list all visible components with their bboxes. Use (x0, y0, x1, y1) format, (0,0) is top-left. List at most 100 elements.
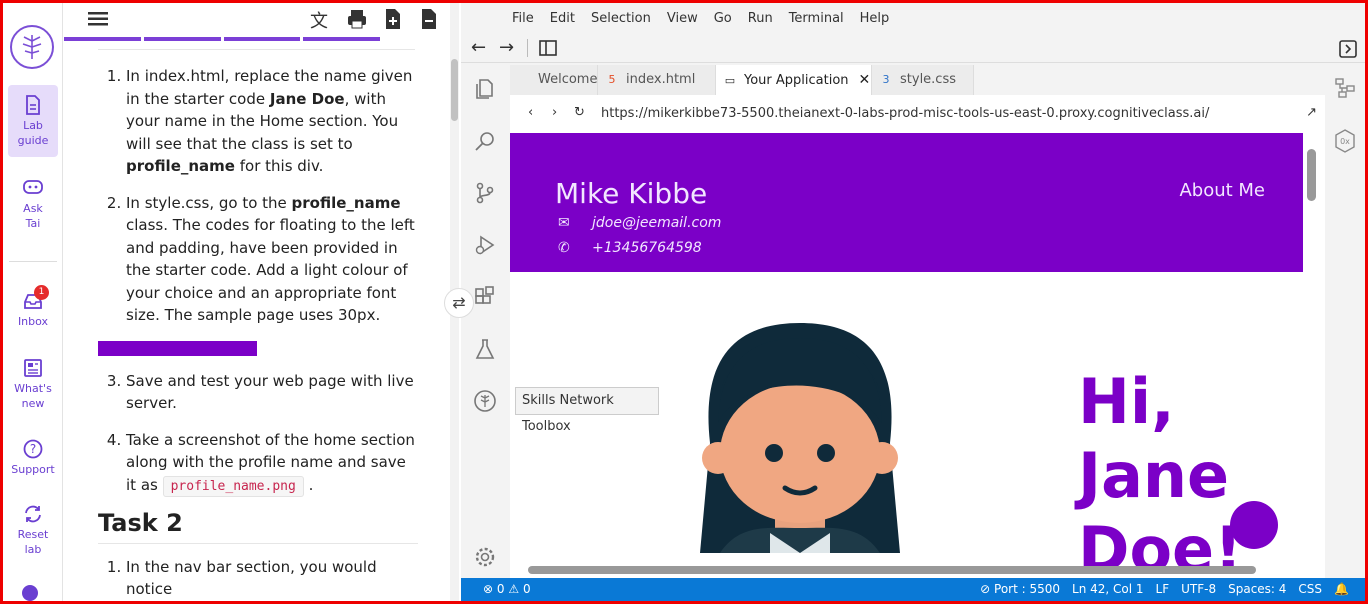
list-item: Take a screenshot of the home section al… (126, 429, 418, 499)
rail-reset-lab[interactable]: Reset lab (8, 503, 58, 557)
svg-text:?: ? (30, 442, 36, 456)
lab-guide-panel: 文 In index.html, replace the name given … (64, 3, 450, 601)
menu-go[interactable]: Go (714, 11, 732, 26)
inline-code: profile_name.png (162, 475, 304, 497)
document-icon (26, 95, 40, 115)
rail-lab-guide[interactable]: Lab guide (8, 85, 58, 157)
ide-window: File Edit Selection View Go Run Terminal… (461, 3, 1365, 601)
problems-indicator[interactable]: ⊗ 0 ⚠ 0 (483, 578, 531, 601)
rail-label: Inbox (17, 315, 49, 328)
extensions-icon[interactable] (473, 285, 497, 309)
steps-list: In the nav bar section, you would notice (98, 556, 418, 601)
testing-flask-icon[interactable] (473, 337, 497, 361)
close-tab-icon[interactable]: ✕ (859, 72, 871, 88)
settings-gear-icon[interactable] (473, 545, 497, 569)
phone-icon: ✆ (558, 240, 570, 256)
indentation[interactable]: Spaces: 4 (1228, 578, 1286, 601)
nav-about-me[interactable]: About Me (1179, 180, 1265, 201)
chevron-left-icon[interactable]: ‹ (528, 105, 533, 120)
menu-run[interactable]: Run (748, 11, 773, 26)
menu-icon[interactable] (88, 11, 108, 27)
guide-toolbar: 文 (64, 3, 450, 37)
svg-text:0x: 0x (1340, 137, 1350, 146)
memory-icon[interactable]: 0x (1334, 129, 1356, 153)
warning-icon: ⚠ (508, 582, 520, 596)
navigation-bar: ← → (461, 33, 1365, 63)
toolbox-tooltip: Skills Network Toolbox (515, 387, 659, 434)
line-ending[interactable]: LF (1156, 578, 1170, 601)
encoding[interactable]: UTF-8 (1181, 578, 1216, 601)
status-items: ⊘ Port : 5500 Ln 42, Col 1 LF UTF-8 Spac… (980, 578, 1349, 601)
menu-terminal[interactable]: Terminal (789, 11, 844, 26)
left-rail: Lab guide Ask Tai 1 Inbox What's new ? S… (3, 3, 63, 601)
divider (98, 542, 418, 544)
preview-editor: ‹ › ↻ https://mikerkibbe73-5500.theianex… (510, 95, 1325, 578)
steps-list: In index.html, replace the name given in… (98, 65, 418, 327)
rail-support[interactable]: ? Support (8, 438, 58, 477)
steps-list: Save and test your web page with live se… (98, 370, 418, 499)
run-debug-icon[interactable] (473, 233, 497, 257)
tab-style-css[interactable]: 3 style.css (872, 65, 974, 95)
preview-url[interactable]: https://mikerkibbe73-5500.theianext-0-la… (601, 106, 1209, 121)
preview-horizontal-scrollbar[interactable] (510, 561, 1303, 578)
guide-progress-bar (64, 37, 380, 41)
right-activity-bar: 0x (1325, 63, 1365, 578)
html-icon: 5 (608, 73, 616, 86)
rail-label: Lab (23, 119, 43, 132)
toggle-sidebar-icon[interactable] (539, 40, 557, 56)
activity-bar (461, 63, 509, 578)
rail-label: guide (17, 134, 49, 147)
cursor-position[interactable]: Ln 42, Col 1 (1072, 578, 1144, 601)
source-control-icon[interactable] (473, 181, 497, 205)
language-mode[interactable]: CSS (1298, 578, 1322, 601)
notifications-bell-icon[interactable]: 🔔 (1334, 578, 1349, 601)
menu-view[interactable]: View (667, 11, 698, 26)
profile-name: Mike Kibbe (555, 177, 708, 210)
rail-label: Ask (23, 202, 43, 215)
list-item: Save and test your web page with live se… (126, 370, 418, 415)
rail-ask-tai[interactable]: Ask Tai (8, 177, 58, 231)
newspaper-icon (24, 359, 42, 377)
rail-label: Tai (25, 217, 41, 230)
toggle-panel-icon[interactable] (1339, 40, 1357, 58)
profile-header: Mike Kibbe About Me ✉ jdoe@jeemail.com ✆ +… (510, 133, 1303, 272)
browser-icon: ▭ (724, 74, 736, 87)
remove-page-icon[interactable] (418, 7, 440, 31)
port-status[interactable]: ⊘ Port : 5500 (980, 578, 1060, 601)
decorative-circle (1230, 501, 1278, 549)
rail-label: What's (14, 382, 52, 395)
envelope-icon: ✉ (558, 215, 570, 231)
skills-network-logo[interactable] (10, 25, 54, 69)
reload-icon[interactable]: ↻ (574, 105, 585, 120)
open-external-icon[interactable]: ↗ (1306, 105, 1317, 120)
preview-vertical-scrollbar[interactable] (1303, 133, 1325, 578)
email-row: ✉ jdoe@jeemail.com (558, 215, 722, 231)
back-arrow-icon[interactable]: ← (471, 37, 486, 58)
forward-arrow-icon[interactable]: → (499, 37, 514, 58)
tab-index-html[interactable]: 5 index.html (598, 65, 716, 95)
divider (527, 39, 528, 57)
swap-panels-icon[interactable]: ⇄ (444, 288, 474, 318)
error-icon: ⊗ (483, 582, 494, 596)
rail-label: Support (11, 463, 55, 476)
rail-whats-new[interactable]: What's new (8, 357, 58, 411)
search-icon[interactable] (473, 129, 497, 153)
skills-network-toolbox-icon[interactable] (473, 389, 497, 413)
menu-selection[interactable]: Selection (591, 11, 651, 26)
chevron-right-icon[interactable]: › (552, 105, 557, 120)
menu-help[interactable]: Help (860, 11, 890, 26)
tab-welcome[interactable]: Welcome (510, 65, 598, 95)
add-page-icon[interactable] (382, 7, 404, 31)
tab-your-application[interactable]: ▭ Your Application ✕ (716, 65, 872, 95)
menu-edit[interactable]: Edit (550, 11, 575, 26)
theme-toggle-icon[interactable] (22, 585, 38, 601)
menu-file[interactable]: File (512, 11, 534, 26)
print-icon[interactable] (346, 7, 368, 31)
port-icon: ⊘ (980, 582, 991, 596)
explorer-icon[interactable] (473, 77, 497, 101)
list-item: In style.css, go to the profile_name cla… (126, 192, 418, 327)
rail-inbox[interactable]: 1 Inbox (8, 285, 58, 329)
guide-content: In index.html, replace the name given in… (98, 65, 418, 601)
outline-icon[interactable] (1334, 77, 1356, 99)
translate-icon[interactable]: 文 (310, 7, 332, 32)
